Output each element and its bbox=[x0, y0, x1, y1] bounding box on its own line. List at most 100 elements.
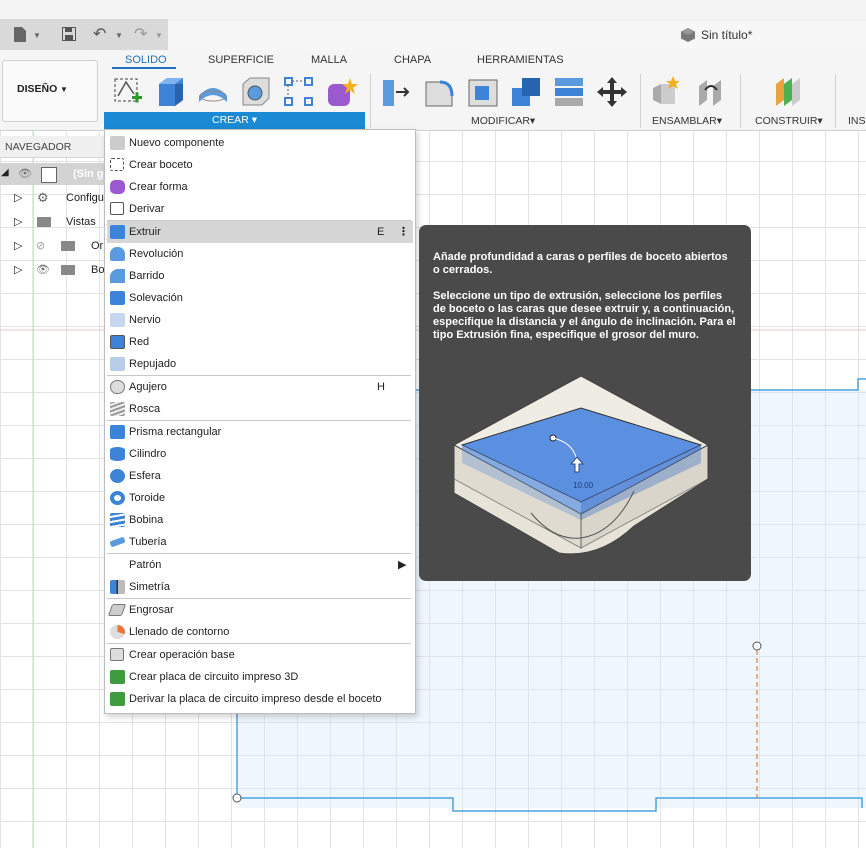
menu-item-label: Prisma rectangular bbox=[129, 426, 222, 438]
base-feature-icon bbox=[110, 648, 124, 661]
expand-triangle-icon[interactable]: ▷ bbox=[14, 211, 22, 233]
save-icon[interactable] bbox=[62, 27, 76, 41]
menu-item-label: Crear forma bbox=[129, 181, 188, 193]
construir-dropdown[interactable]: CONSTRUIR▾ bbox=[755, 115, 823, 127]
menu-item-tuberia[interactable]: Tubería bbox=[105, 531, 415, 553]
move-tool-icon[interactable] bbox=[596, 76, 628, 108]
menu-item-red[interactable]: Red bbox=[105, 331, 415, 353]
crear-label: CREAR bbox=[212, 114, 249, 126]
component-cube-icon bbox=[681, 28, 695, 42]
shell-tool-icon[interactable] bbox=[467, 76, 499, 108]
browser-row-origin[interactable]: ▷ ⊘ Or bbox=[0, 235, 104, 257]
menu-item-rosca[interactable]: Rosca bbox=[105, 398, 415, 420]
menu-item-agujero[interactable]: Agujero H bbox=[105, 376, 415, 398]
menu-item-simetria[interactable]: Simetría bbox=[105, 576, 415, 598]
expand-triangle-icon[interactable]: ▷ bbox=[14, 187, 22, 209]
create-form-tool-icon[interactable] bbox=[326, 76, 358, 108]
menu-item-repujado[interactable]: Repujado bbox=[105, 353, 415, 375]
menu-item-nervio[interactable]: Nervio bbox=[105, 309, 415, 331]
tab-malla[interactable]: MALLA bbox=[311, 54, 347, 66]
create-sketch-tool-icon[interactable] bbox=[112, 76, 144, 108]
ribbon-separator bbox=[740, 74, 741, 128]
menu-item-derivar-pcb[interactable]: Derivar la placa de circuito impreso des… bbox=[105, 688, 415, 710]
document-tab[interactable] bbox=[168, 21, 866, 50]
extrude-icon bbox=[110, 225, 125, 239]
expand-triangle-icon[interactable]: ▷ bbox=[14, 259, 22, 281]
collapse-triangle-icon[interactable]: ◢ bbox=[1, 162, 9, 184]
menu-item-derivar[interactable]: Derivar bbox=[105, 198, 415, 220]
file-dropdown-chevron-icon[interactable]: ▼ bbox=[33, 31, 41, 40]
eye-hidden-icon[interactable]: ⊘ bbox=[36, 235, 45, 257]
eye-icon[interactable]: 👁 bbox=[18, 163, 32, 185]
tab-chapa[interactable]: CHAPA bbox=[394, 54, 431, 66]
crear-dropdown-button[interactable]: CREAR ▾ bbox=[104, 112, 365, 129]
menu-item-crear-forma[interactable]: Crear forma bbox=[105, 176, 415, 198]
menu-item-extruir[interactable]: Extruir E ⋮ bbox=[107, 221, 413, 243]
browser-row-named-views[interactable]: ▷ Vistas g bbox=[0, 211, 104, 250]
pattern-tool-icon[interactable] bbox=[283, 76, 315, 108]
extrude-tool-icon[interactable] bbox=[155, 76, 187, 108]
menu-item-engrosar[interactable]: Engrosar bbox=[105, 599, 415, 621]
file-icon[interactable] bbox=[14, 27, 26, 42]
ensamblar-dropdown[interactable]: ENSAMBLAR▾ bbox=[652, 115, 722, 127]
menu-item-bobina[interactable]: Bobina bbox=[105, 509, 415, 531]
expand-triangle-icon[interactable]: ▷ bbox=[14, 235, 22, 257]
undo-dropdown-icon[interactable]: ▼ bbox=[115, 31, 123, 40]
browser-root-label: (Sin g bbox=[73, 168, 104, 180]
browser-row-label: Configu bbox=[66, 192, 104, 204]
browser-row-bodies[interactable]: ▷ 👁 Bo bbox=[0, 259, 104, 281]
offset-face-tool-icon[interactable] bbox=[553, 76, 585, 108]
tab-herramientas[interactable]: HERRAMIENTAS bbox=[477, 54, 564, 66]
menu-item-revolucion[interactable]: Revolución bbox=[105, 243, 415, 265]
insertar-dropdown[interactable]: INS bbox=[848, 115, 866, 127]
menu-item-shortcut: E bbox=[377, 226, 385, 238]
hole-tool-icon[interactable] bbox=[240, 76, 272, 108]
menu-item-shortcut: H bbox=[377, 381, 385, 393]
menu-item-esfera[interactable]: Esfera bbox=[105, 465, 415, 487]
menu-item-crear-boceto[interactable]: Crear boceto bbox=[105, 154, 415, 176]
ribbon-separator bbox=[835, 74, 836, 128]
menu-item-toroide[interactable]: Toroide bbox=[105, 487, 415, 509]
tab-solido[interactable]: SOLIDO bbox=[125, 54, 167, 66]
browser-root-row[interactable]: ◢ 👁 (Sin g bbox=[0, 163, 104, 185]
revolve-tool-icon[interactable] bbox=[197, 76, 229, 108]
menu-item-solevacion[interactable]: Solevación bbox=[105, 287, 415, 309]
menu-item-nuevo-componente[interactable]: Nuevo componente bbox=[105, 132, 415, 154]
browser-row-settings[interactable]: ▷ ⚙ Configu bbox=[0, 187, 104, 209]
menu-item-label: Toroide bbox=[129, 492, 166, 504]
navigator-header[interactable]: NAVEGADOR bbox=[0, 136, 104, 158]
construir-label: CONSTRUIR bbox=[755, 115, 818, 127]
modificar-dropdown[interactable]: MODIFICAR▾ bbox=[471, 115, 535, 127]
workspace-switcher[interactable]: DISEÑO ▼ bbox=[2, 60, 98, 122]
fillet-tool-icon[interactable] bbox=[424, 76, 456, 108]
combine-tool-icon[interactable] bbox=[510, 76, 542, 108]
more-options-icon[interactable]: ⋮ bbox=[398, 221, 409, 243]
tab-superficie[interactable]: SUPERFICIE bbox=[208, 54, 274, 66]
menu-item-label: Crear boceto bbox=[129, 159, 193, 171]
press-pull-tool-icon[interactable] bbox=[380, 76, 412, 108]
menu-item-crear-pcb-3d[interactable]: Crear placa de circuito impreso 3D bbox=[105, 666, 415, 688]
menu-item-crear-operacion-base[interactable]: Crear operación base bbox=[105, 644, 415, 666]
cylinder-icon bbox=[110, 447, 125, 461]
hole-icon bbox=[110, 380, 125, 394]
construction-plane-tool-icon[interactable] bbox=[772, 76, 804, 108]
eye-icon[interactable]: 👁 bbox=[36, 259, 50, 281]
mirror-icon bbox=[110, 580, 125, 594]
menu-item-label: Engrosar bbox=[129, 604, 174, 616]
menu-item-prisma-rectangular[interactable]: Prisma rectangular bbox=[105, 421, 415, 443]
joint-tool-icon[interactable] bbox=[695, 76, 727, 108]
menu-item-llenado-contorno[interactable]: Llenado de contorno bbox=[105, 621, 415, 643]
undo-icon[interactable]: ↶ bbox=[93, 24, 106, 44]
menu-item-cilindro[interactable]: Cilindro bbox=[105, 443, 415, 465]
insertar-label: INS bbox=[848, 115, 866, 127]
new-component-tool-icon[interactable] bbox=[651, 76, 683, 108]
redo-dropdown-icon[interactable]: ▼ bbox=[155, 31, 163, 40]
menu-item-barrido[interactable]: Barrido bbox=[105, 265, 415, 287]
menu-item-label: Simetría bbox=[129, 581, 170, 593]
menu-item-patron[interactable]: Patrón ▶ bbox=[105, 554, 415, 576]
menu-item-label: Revolución bbox=[129, 248, 184, 260]
menu-item-label: Nuevo componente bbox=[129, 137, 225, 149]
menu-item-label: Repujado bbox=[129, 358, 177, 370]
menu-item-label: Nervio bbox=[129, 314, 161, 326]
redo-icon[interactable]: ↷ bbox=[134, 24, 147, 44]
